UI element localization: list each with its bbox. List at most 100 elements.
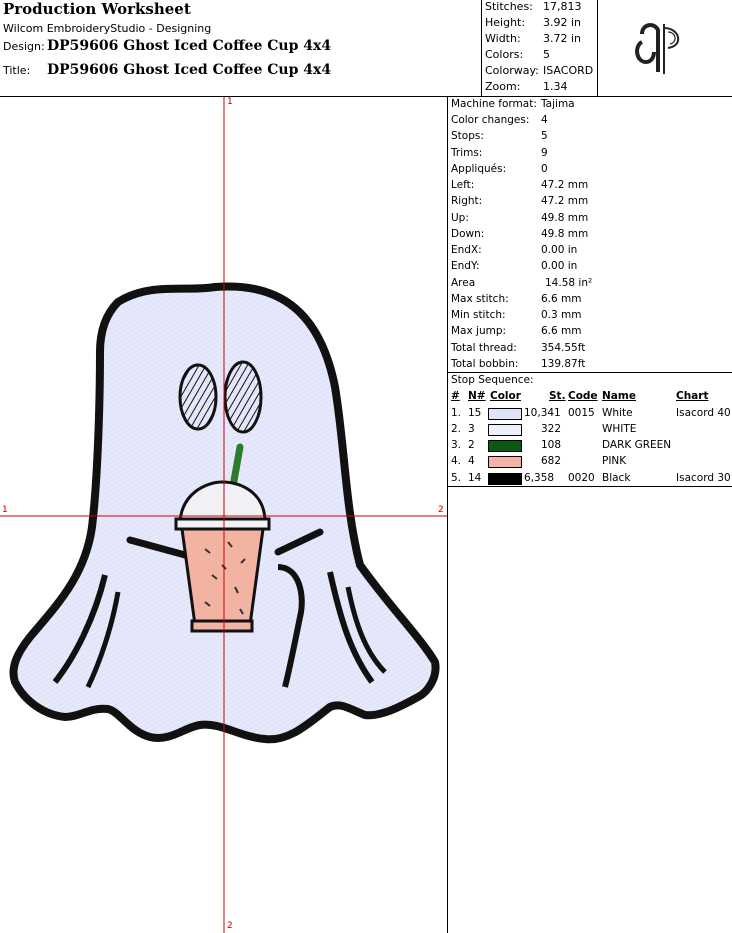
detail-label: Machine format: (451, 98, 537, 110)
stat-value: 5 (543, 48, 550, 61)
detail-value: 4 (541, 114, 548, 126)
stop-code: 0015 (568, 407, 595, 419)
detail-value: Tajima (541, 98, 575, 110)
detail-label: Stops: (451, 130, 484, 142)
stop-stitches: 322 (541, 423, 562, 435)
ghost-left-eye (178, 363, 218, 431)
detail-value: 139.87ft (541, 358, 586, 370)
stop-num: 2. (451, 423, 462, 435)
detail-label: Total thread: (451, 342, 517, 354)
detail-label: Max jump: (451, 325, 507, 337)
stop-color-name: PINK (602, 455, 627, 467)
col-header-code: Code (568, 390, 598, 402)
stat-value: 17,813 (543, 0, 582, 13)
stat-label: Zoom: (485, 80, 521, 93)
detail-value: 0.00 in (541, 260, 578, 272)
stop-stitches: 682 (541, 455, 562, 467)
cup-base (190, 619, 254, 633)
axis-label-right: 2 (438, 505, 444, 515)
stop-sequence-title: Stop Sequence: (451, 374, 534, 386)
details-divider (447, 372, 732, 373)
detail-value: 0.3 mm (541, 309, 582, 321)
detail-label: Max stitch: (451, 293, 509, 305)
stop-color-name: DARK GREEN (602, 439, 672, 451)
summary-divider-right (597, 0, 598, 96)
stop-color-name: Black (602, 472, 631, 484)
stop-num: 3. (451, 439, 462, 451)
col-header-st: St. (549, 390, 566, 402)
detail-label: Right: (451, 195, 483, 207)
design-name: DP59606 Ghost Iced Coffee Cup 4x4 (47, 38, 332, 54)
color-swatch (488, 440, 522, 452)
detail-value: 5 (541, 130, 548, 142)
detail-value: 14.58 in² (545, 277, 593, 289)
color-swatch (488, 408, 522, 420)
color-swatch (488, 473, 522, 485)
stat-value: 1.34 (543, 80, 568, 93)
software-name: Wilcom EmbroideryStudio - Designing (3, 22, 212, 35)
stat-label: Colors: (485, 48, 524, 61)
detail-label: Down: (451, 228, 485, 240)
detail-value: 9 (541, 147, 548, 159)
design-title: DP59606 Ghost Iced Coffee Cup 4x4 (47, 62, 332, 78)
detail-label: Color changes: (451, 114, 530, 126)
stop-color-name: White (602, 407, 633, 419)
stop-num: 1. (451, 407, 462, 419)
col-header-n: N# (468, 390, 486, 402)
page-title: Production Worksheet (3, 0, 191, 18)
stop-chart: Isacord 40 (676, 407, 731, 419)
cup-body (180, 527, 265, 627)
design-preview (0, 97, 447, 933)
stop-stitches: 10,341 (524, 407, 561, 419)
stop-needle: 15 (468, 407, 482, 419)
stop-code: 0020 (568, 472, 595, 484)
detail-label: Total bobbin: (451, 358, 519, 370)
detail-value: 47.2 mm (541, 179, 589, 191)
detail-value: 6.6 mm (541, 325, 582, 337)
stat-value: ISACORD (543, 64, 594, 77)
stop-num: 5. (451, 472, 462, 484)
color-swatch (488, 456, 522, 468)
title-label: Title: (3, 64, 31, 77)
stop-needle: 2 (468, 439, 475, 451)
detail-label: Trims: (451, 147, 483, 159)
stat-label: Colorway: (485, 64, 539, 77)
detail-value: 6.6 mm (541, 293, 582, 305)
stop-num: 4. (451, 455, 462, 467)
detail-value: 354.55ft (541, 342, 586, 354)
detail-value: 49.8 mm (541, 228, 589, 240)
stat-label: Width: (485, 32, 521, 45)
detail-value: 49.8 mm (541, 212, 589, 224)
detail-label: EndY: (451, 260, 480, 272)
stop-needle: 3 (468, 423, 475, 435)
stop-stitches: 108 (541, 439, 562, 451)
detail-label: Up: (451, 212, 469, 224)
stat-value: 3.92 in (543, 16, 582, 29)
axis-label-left: 1 (2, 505, 8, 515)
col-header-color: Color (490, 390, 521, 402)
stop-color-name: WHITE (602, 423, 637, 435)
stop-needle: 14 (468, 472, 482, 484)
col-header-chart: Chart (676, 390, 709, 402)
col-header-name: Name (602, 390, 636, 402)
axis-label-top: 1 (227, 97, 233, 107)
stop-stitches: 6,358 (524, 472, 555, 484)
ghost-right-eye (223, 360, 263, 434)
design-label: Design: (3, 40, 45, 53)
detail-label: Area (451, 277, 476, 289)
detail-label: Appliqués: (451, 163, 507, 175)
axis-label-bottom: 2 (227, 921, 233, 931)
detail-value: 0.00 in (541, 244, 578, 256)
brand-logo (635, 23, 679, 74)
color-swatch (488, 424, 522, 436)
detail-value: 47.2 mm (541, 195, 589, 207)
stop-needle: 4 (468, 455, 475, 467)
detail-label: EndX: (451, 244, 482, 256)
detail-value: 0 (541, 163, 548, 175)
stat-value: 3.72 in (543, 32, 582, 45)
detail-label: Min stitch: (451, 309, 506, 321)
col-header-num: # (451, 390, 460, 402)
detail-label: Left: (451, 179, 475, 191)
stop-chart: Isacord 30 (676, 472, 731, 484)
stat-label: Stitches: (485, 0, 533, 13)
